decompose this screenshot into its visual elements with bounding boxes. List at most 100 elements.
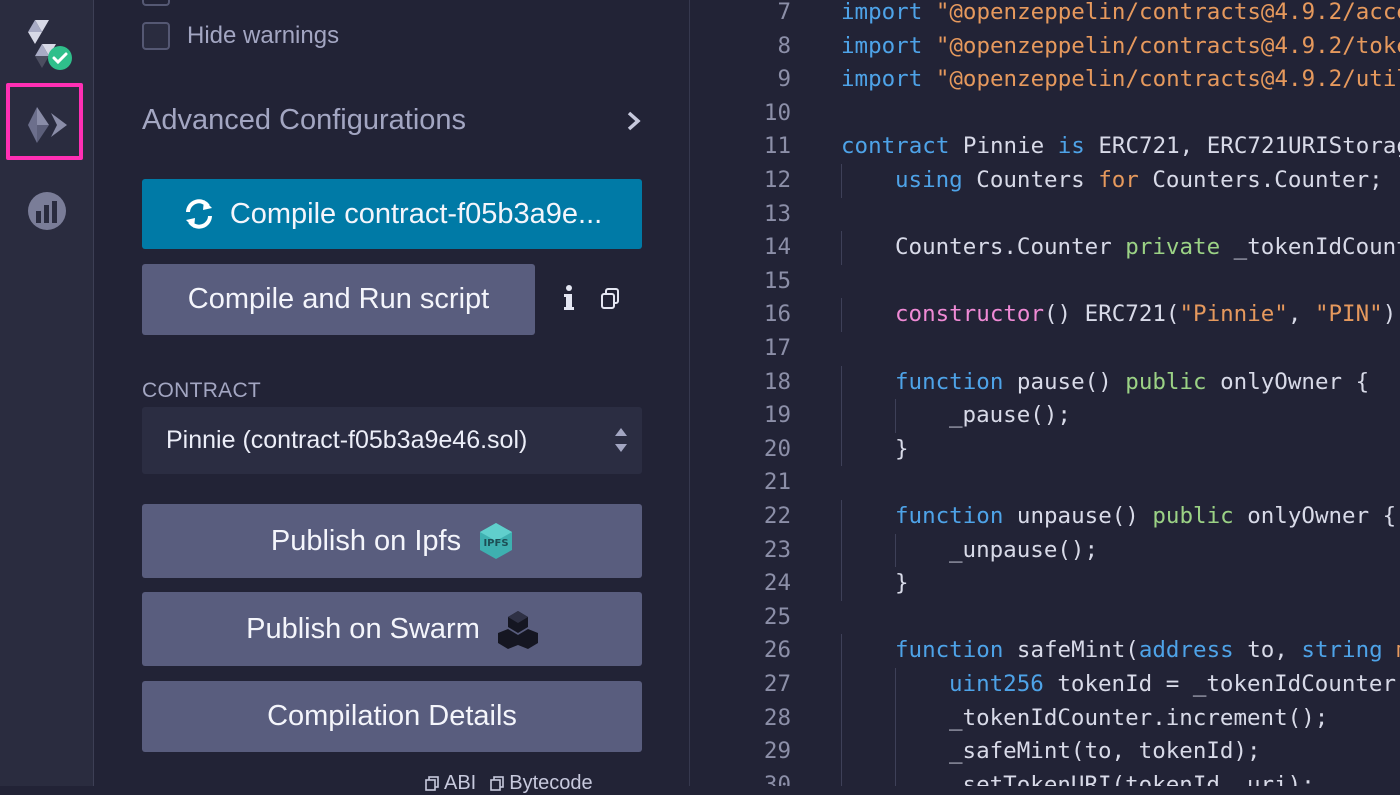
code-text: _tokenIdCounter.increment(); [949, 702, 1328, 736]
code-line: 9 import "@openzeppelin/contracts@4.9.2/u… [691, 63, 1400, 97]
publish-ipfs-button[interactable]: Publish on Ipfs IPFS [142, 504, 642, 578]
code-text: import "@openzeppelin/contracts@4.9.2/ac… [841, 0, 1400, 30]
select-arrows-icon [615, 428, 627, 452]
code-token: Counters [976, 167, 1099, 193]
code-text: _setTokenURI(tokenId, uri); [949, 769, 1315, 786]
analytics-icon[interactable] [0, 176, 94, 246]
code-text: } [895, 567, 909, 601]
indent-guide [841, 500, 842, 534]
compilation-details-button[interactable]: Compilation Details [142, 681, 642, 752]
solidity-compiler-icon[interactable] [0, 9, 94, 79]
code-line: 13 [691, 198, 1400, 232]
code-token: "Pinnie" [1179, 301, 1288, 328]
indent-guide [841, 298, 842, 332]
code-token: () ERC721( [1044, 301, 1180, 328]
indent-guide [841, 365, 842, 400]
line-number: 26 [763, 637, 791, 664]
indent-guide [841, 231, 842, 265]
code-text: import "@openzeppelin/contracts@4.9.2/to… [841, 30, 1400, 64]
publish-swarm-button[interactable]: Publish on Swarm [142, 592, 642, 666]
code-line: 17 [691, 332, 1400, 366]
line-number: 18 [763, 368, 791, 395]
compile-and-run-button[interactable]: Compile and Run script [142, 264, 535, 335]
hide-warnings-row: Hide warnings [142, 22, 339, 50]
code-line: 30 _setTokenURI(tokenId, uri); [691, 768, 1400, 786]
contract-select[interactable]: Pinnie (contract-f05b3a9e46.sol) [142, 407, 642, 474]
code-line: 21 [691, 466, 1400, 500]
code-token: _setTokenURI(tokenId, uri); [949, 771, 1315, 786]
code-token: private [1125, 234, 1234, 261]
line-number: 19 [763, 402, 791, 429]
code-token: unpause() [1016, 503, 1153, 529]
indent-guide [841, 634, 842, 668]
code-line: 10 [691, 97, 1400, 131]
code-token: _safeMint(to, tokenId); [949, 738, 1261, 765]
selected-plugin-highlight [6, 83, 83, 160]
abi-label: ABI [444, 772, 477, 794]
code-text: constructor() ERC721("Pinnie", "PIN") {} [895, 298, 1400, 332]
chevron-right-icon [627, 111, 641, 130]
copy-abi-link[interactable]: ABI [425, 772, 476, 795]
code-token: address [1138, 637, 1248, 664]
copy-bytecode-link[interactable]: Bytecode [490, 772, 593, 795]
contract-select-value: Pinnie (contract-f05b3a9e46.sol) [166, 426, 528, 454]
indent-guide [841, 735, 842, 769]
hide-warnings-label: Hide warnings [187, 22, 340, 49]
code-text: contract Pinnie is ERC721, ERC721URIStor… [841, 130, 1400, 164]
code-token: "@openzeppelin/contracts@4.9.2/access/Ow… [935, 0, 1400, 25]
code-token: onlyOwner { [1220, 368, 1370, 395]
line-number: 13 [763, 200, 791, 227]
indent-guide [841, 701, 842, 736]
code-line: 14 Counters.Counter private _tokenIdCount… [691, 231, 1400, 265]
code-token: safeMint( [1016, 637, 1139, 664]
code-token: Pinnie [962, 133, 1058, 160]
code-token: memory uri) [1396, 637, 1400, 663]
compilation-details-label: Compilation Details [267, 700, 517, 732]
code-line: 7 import "@openzeppelin/contracts@4.9.2/a… [691, 0, 1400, 30]
advanced-configurations-toggle[interactable]: Advanced Configurations [142, 104, 642, 137]
line-number: 17 [763, 335, 791, 361]
indent-guide [895, 735, 896, 769]
code-text: using Counters for Counters.Counter; [895, 164, 1383, 198]
bytecode-label: Bytecode [509, 772, 593, 794]
copy-icon[interactable] [600, 288, 620, 310]
code-token: Counters.Counter; [1152, 167, 1383, 193]
code-token: import [841, 66, 936, 93]
code-editor[interactable]: 7 import "@openzeppelin/contracts@4.9.2/a… [691, 0, 1400, 786]
code-line: 19 _pause(); [691, 399, 1400, 433]
compile-button[interactable]: Compile contract-f05b3a9e... [142, 179, 642, 249]
line-number: 28 [763, 704, 791, 731]
indent-guide [841, 768, 842, 786]
code-line: 18 function pause() public onlyOwner { [691, 365, 1400, 400]
code-line: 8 import "@openzeppelin/contracts@4.9.2/t… [691, 30, 1400, 64]
indent-guide [841, 533, 842, 568]
code-line: 29 _safeMint(to, tokenId); [691, 735, 1400, 769]
code-token: using [895, 167, 977, 193]
line-number: 30 [763, 771, 791, 786]
code-line: 12 using Counters for Counters.Counter; [691, 164, 1400, 198]
code-token: function [895, 368, 1017, 395]
code-text: _safeMint(to, tokenId); [949, 735, 1261, 769]
code-line: 20} [691, 432, 1400, 467]
indent-guide [841, 668, 842, 702]
info-icon[interactable] [563, 284, 575, 312]
code-line: 24} [691, 567, 1400, 601]
code-line: 25 [691, 601, 1400, 635]
copy-links: ABI Bytecode [425, 772, 593, 795]
line-number: 16 [763, 301, 791, 328]
checkbox-partial[interactable] [142, 0, 170, 6]
indent-guide [895, 768, 896, 786]
code-token: uint256 [949, 671, 1058, 697]
line-number: 21 [763, 469, 791, 496]
code-token: for [1098, 167, 1153, 193]
advanced-configurations-label: Advanced Configurations [142, 104, 467, 136]
line-number: 8 [777, 32, 791, 59]
hide-warnings-checkbox[interactable] [142, 22, 170, 50]
code-token: ERC721, ERC721URIStorage, Pausable, Owna… [1098, 133, 1400, 160]
icon-rail [0, 0, 94, 786]
code-token: function [895, 637, 1017, 664]
code-token: is [1057, 133, 1099, 160]
line-number: 20 [763, 435, 791, 462]
ipfs-badge-text: IPFS [484, 538, 509, 549]
code-text: uint256 tokenId = _tokenIdCounter.curren… [949, 668, 1400, 702]
